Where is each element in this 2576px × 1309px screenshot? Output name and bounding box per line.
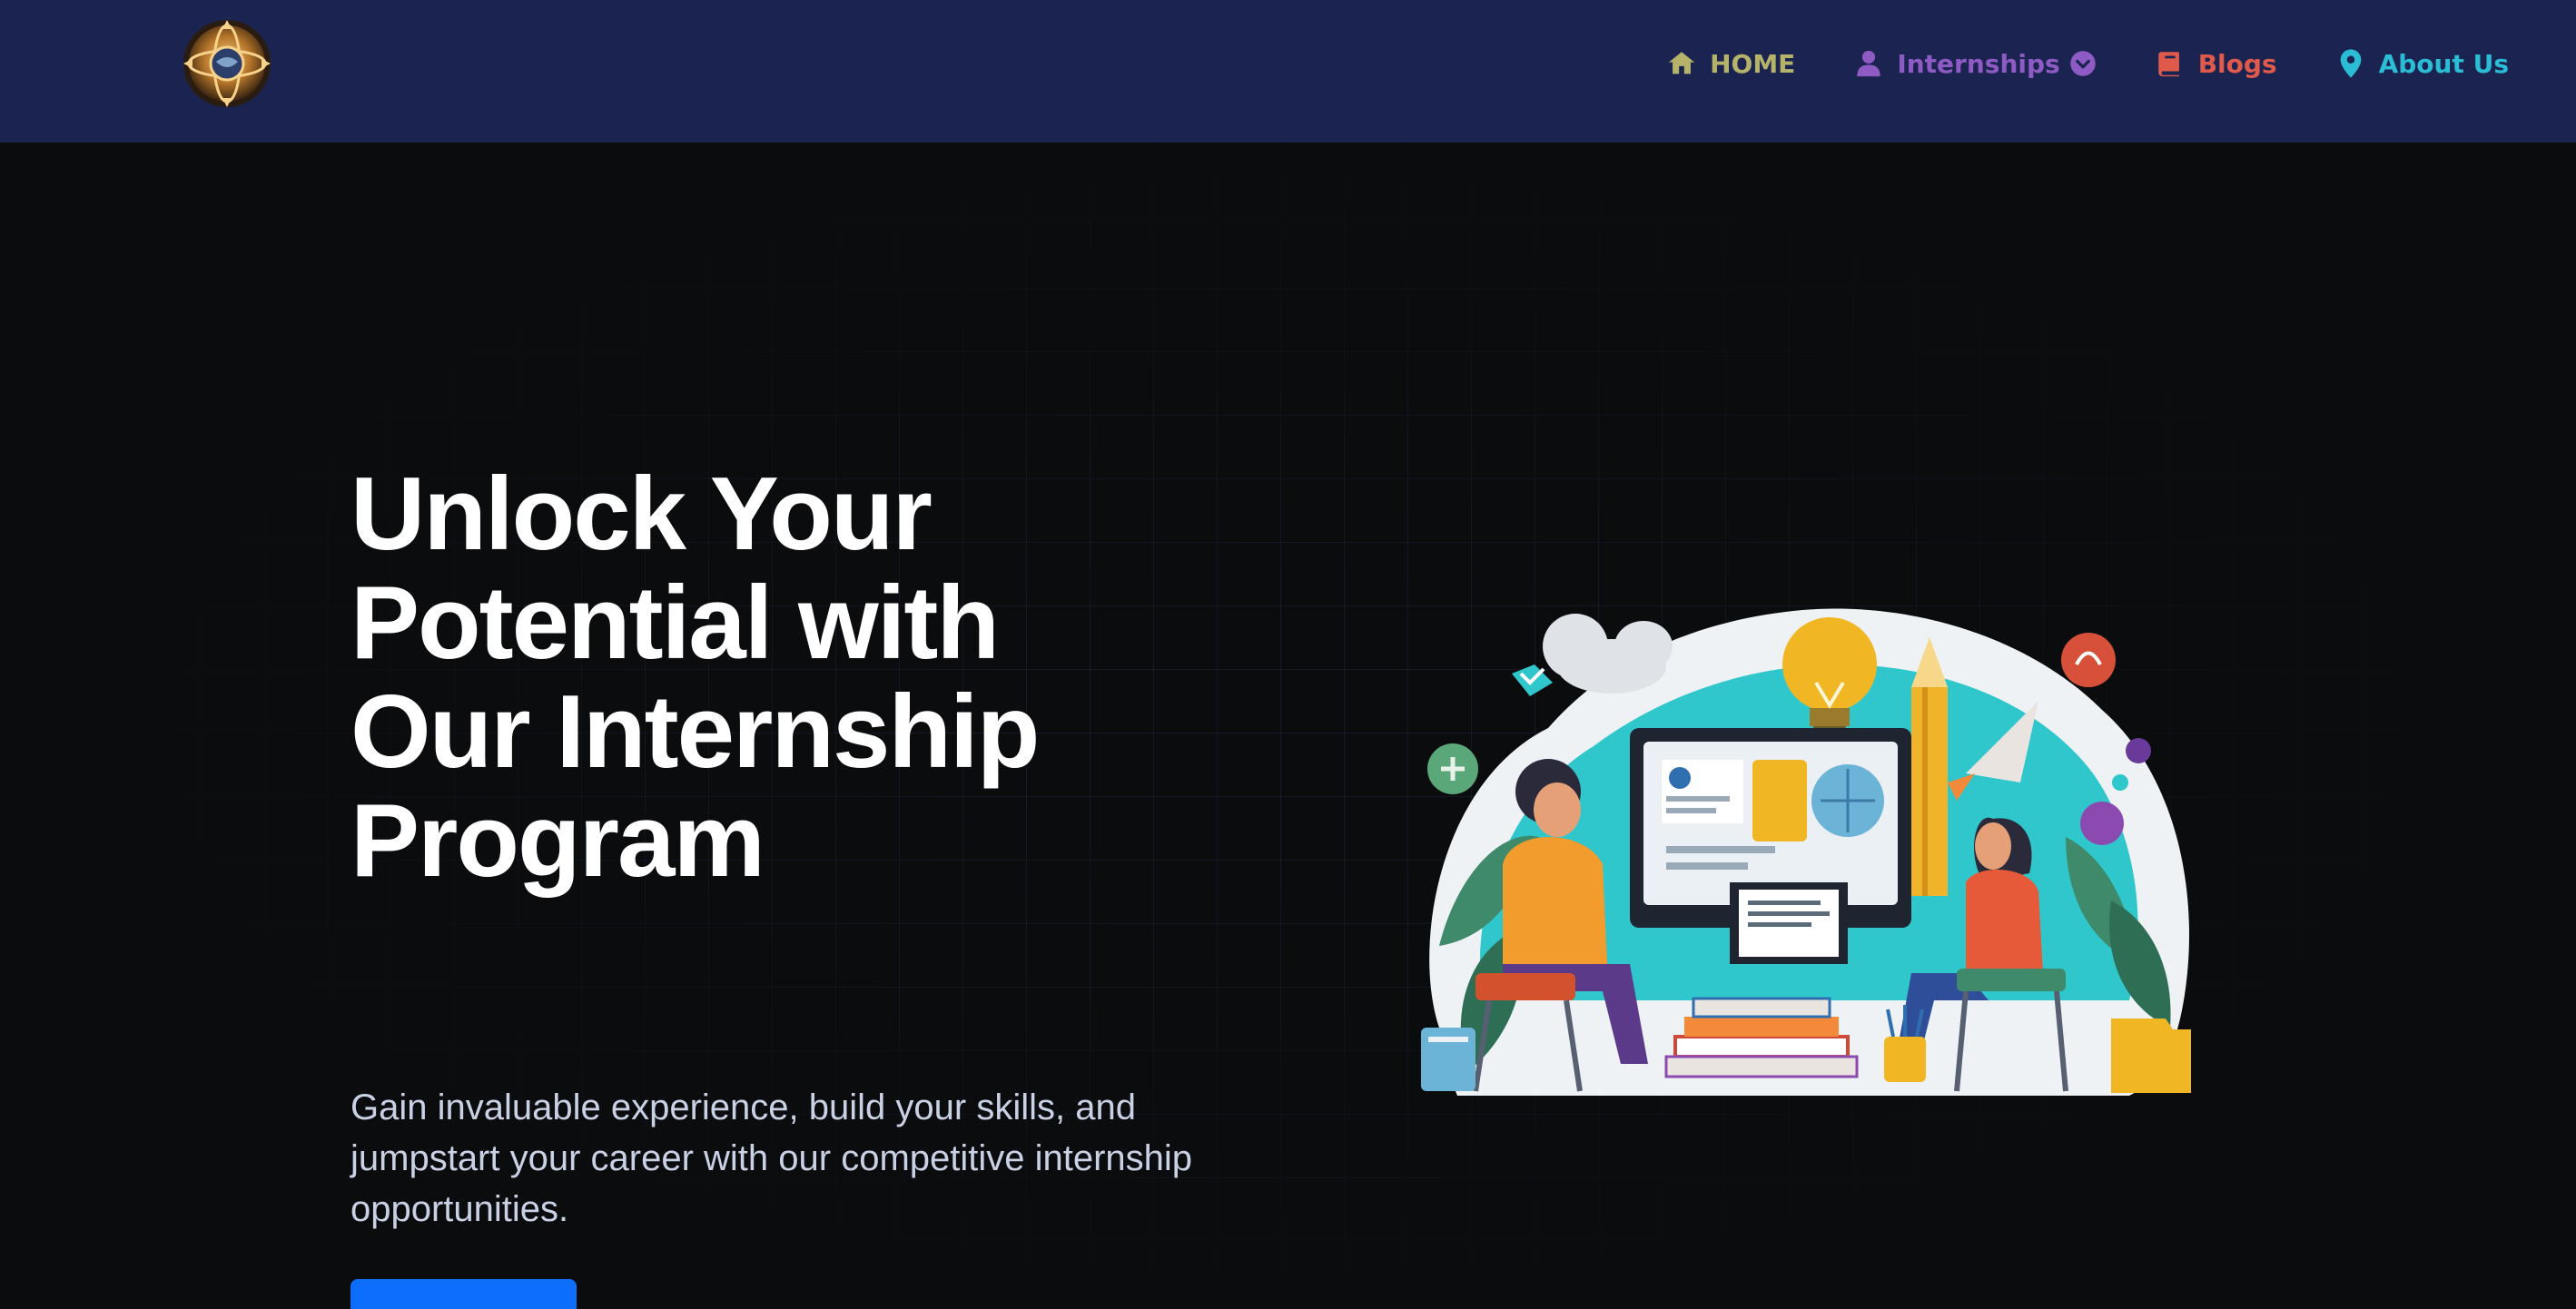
hero-title: Unlock Your Potential with Our Internshi… — [350, 457, 1040, 899]
nav-item-label: Internships — [1897, 48, 2060, 79]
nav-item-label: HOME — [1710, 48, 1796, 79]
hero-subtitle: Gain invaluable experience, build your s… — [350, 1088, 1193, 1229]
chevron-down-icon[interactable] — [2069, 50, 2097, 77]
apply-now-button[interactable]: Apply Now — [350, 1279, 577, 1309]
nav-item-label: About Us — [2378, 48, 2509, 79]
hero-section: Unlock Your Potential with Our Internshi… — [0, 143, 2576, 1309]
main-nav: HOME Internships Blogs About Us — [1666, 0, 2509, 127]
nav-item-about-us[interactable]: About Us — [2335, 48, 2509, 79]
navbar: HOME Internships Blogs About Us — [0, 0, 2576, 143]
nav-item-label: Blogs — [2197, 48, 2277, 79]
book-icon — [2155, 48, 2186, 79]
nav-item-home[interactable]: HOME — [1666, 48, 1795, 79]
home-icon — [1666, 48, 1697, 79]
brand-logo[interactable] — [180, 16, 274, 111]
nav-item-blogs[interactable]: Blogs — [2155, 48, 2277, 79]
nav-item-internships[interactable]: Internships — [1853, 48, 2096, 79]
hero-illustration — [1403, 601, 2206, 1096]
location-pin-icon — [2335, 48, 2366, 79]
user-icon — [1853, 48, 1884, 79]
